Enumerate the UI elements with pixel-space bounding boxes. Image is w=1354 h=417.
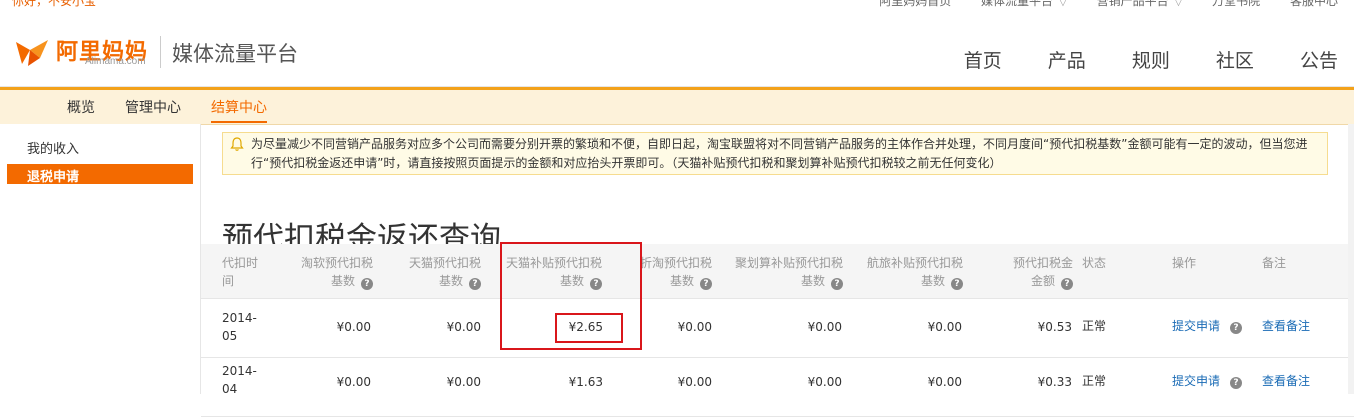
submit-application-link[interactable]: 提交申请 bbox=[1172, 372, 1220, 389]
cell-amount: ¥0.33 bbox=[1037, 375, 1072, 389]
col-header-hanglv: 航旅补贴预代扣税 基数? bbox=[866, 256, 963, 290]
chevron-down-icon[interactable]: ▽ bbox=[1175, 0, 1183, 8]
sidebar-item-my-income[interactable]: 我的收入 bbox=[7, 136, 193, 157]
help-icon[interactable]: ? bbox=[361, 278, 373, 290]
top-utility-bar: 你好，不安小宝 阿里妈妈首页 媒体流量平台 ▽ 营销产品平台 ▽ 万堂书院 客服中心 bbox=[0, 0, 1354, 10]
table-row: 2014- 04 ¥0.00 ¥0.00 ¥1.63 ¥0.00 ¥0.00 ¥0… bbox=[201, 358, 1354, 417]
left-sidebar: 我的收入 退税申请 bbox=[0, 124, 201, 394]
cell-taoruan: ¥0.00 bbox=[336, 375, 371, 389]
alimama-logo-icon[interactable] bbox=[14, 36, 50, 68]
top-link-academy[interactable]: 万堂书院 bbox=[1212, 0, 1260, 8]
cell-time: 2014- 04 bbox=[222, 364, 257, 396]
chevron-down-icon[interactable]: ▽ bbox=[1059, 0, 1067, 8]
top-link-alimama-home[interactable]: 阿里妈妈首页 bbox=[879, 0, 951, 8]
table-row: 2014- 05 ¥0.00 ¥0.00 ¥2.65 ¥0.00 ¥0.00 ¥0… bbox=[201, 299, 1354, 358]
table-header: 代扣时间 淘软预代扣税 基数? 天猫预代扣税 基数? 天猫补贴预代扣税 基数? 折淘预… bbox=[201, 244, 1354, 299]
main-nav: 首页 产品 规则 社区 公告 bbox=[924, 46, 1338, 73]
subnav-overview[interactable]: 概览 bbox=[67, 97, 95, 117]
logo-text-en: Alimama.com bbox=[85, 56, 146, 67]
cell-zhetao: ¥0.00 bbox=[677, 375, 712, 389]
col-header-amount: 预代扣税金 金额? bbox=[1012, 256, 1073, 290]
top-link-media-platform[interactable]: 媒体流量平台 bbox=[981, 0, 1053, 8]
notice-banner: 为尽量减少不同营销产品服务对应多个公司而需要分别开票的繁琐和不便，自即日起，淘宝… bbox=[222, 132, 1328, 175]
platform-name: 媒体流量平台 bbox=[172, 42, 298, 66]
col-header-time: 代扣时间 bbox=[222, 256, 259, 288]
submit-application-link[interactable]: 提交申请 bbox=[1172, 317, 1220, 334]
view-remark-link[interactable]: 查看备注 bbox=[1262, 317, 1310, 334]
cell-status: 正常 bbox=[1082, 374, 1107, 388]
cell-amount: ¥0.53 bbox=[1037, 320, 1072, 334]
help-icon[interactable]: ? bbox=[1230, 374, 1242, 389]
highlight-box-value bbox=[555, 313, 623, 343]
nav-rules[interactable]: 规则 bbox=[1132, 50, 1170, 72]
col-header-tmall: 天猫预代扣税 基数? bbox=[408, 256, 481, 290]
cell-tmall-subsidy: ¥1.63 bbox=[568, 375, 603, 389]
cell-zhetao: ¥0.00 bbox=[677, 320, 712, 334]
bell-icon bbox=[230, 137, 244, 151]
help-icon[interactable]: ? bbox=[700, 278, 712, 290]
col-header-taoruan: 淘软预代扣税 基数? bbox=[300, 256, 373, 290]
sub-nav: 概览 管理中心 结算中心 bbox=[0, 87, 1354, 125]
cell-tmall: ¥0.00 bbox=[446, 320, 481, 334]
nav-community[interactable]: 社区 bbox=[1216, 50, 1254, 72]
view-remark-link[interactable]: 查看备注 bbox=[1262, 372, 1310, 389]
col-header-action: 操作 bbox=[1172, 256, 1197, 270]
col-header-status: 状态 bbox=[1082, 256, 1107, 270]
subnav-settlement-center[interactable]: 结算中心 bbox=[211, 97, 267, 123]
notice-text: 为尽量减少不同营销产品服务对应多个公司而需要分别开票的繁琐和不便，自即日起，淘宝… bbox=[251, 137, 1308, 170]
col-header-zhetao: 折淘预代扣税 基数? bbox=[639, 256, 712, 290]
top-links: 阿里妈妈首页 媒体流量平台 ▽ 营销产品平台 ▽ 万堂书院 客服中心 bbox=[853, 0, 1338, 9]
logo-divider bbox=[160, 36, 161, 68]
sidebar-item-label: 退税申请 bbox=[27, 170, 80, 185]
nav-home[interactable]: 首页 bbox=[964, 50, 1002, 72]
page-scrollbar[interactable] bbox=[1348, 124, 1354, 394]
main-header: 阿里妈妈 Alimama.com 媒体流量平台 首页 产品 规则 社区 公告 bbox=[0, 10, 1354, 87]
greeting-text: 你好，不安小宝 bbox=[12, 0, 97, 8]
cell-status: 正常 bbox=[1082, 319, 1107, 333]
col-header-juhuasuan: 聚划算补贴预代扣税 基数? bbox=[734, 256, 843, 290]
sidebar-item-tax-refund[interactable]: 退税申请 bbox=[7, 164, 193, 185]
cell-time: 2014- 05 bbox=[222, 311, 257, 343]
sidebar-item-label: 我的收入 bbox=[27, 142, 80, 157]
help-icon[interactable]: ? bbox=[951, 278, 963, 290]
help-icon[interactable]: ? bbox=[1061, 278, 1073, 290]
nav-products[interactable]: 产品 bbox=[1048, 50, 1086, 72]
cell-tmall: ¥0.00 bbox=[446, 375, 481, 389]
cell-taoruan: ¥0.00 bbox=[336, 320, 371, 334]
nav-announcements[interactable]: 公告 bbox=[1300, 50, 1338, 72]
help-icon[interactable]: ? bbox=[1230, 319, 1242, 334]
help-icon[interactable]: ? bbox=[831, 278, 843, 290]
cell-juhuasuan: ¥0.00 bbox=[807, 375, 842, 389]
col-header-remark: 备注 bbox=[1262, 256, 1287, 270]
top-link-marketing-platform[interactable]: 营销产品平台 bbox=[1097, 0, 1169, 8]
subnav-management-center[interactable]: 管理中心 bbox=[125, 97, 181, 117]
cell-hanglv: ¥0.00 bbox=[927, 320, 962, 334]
cell-hanglv: ¥0.00 bbox=[927, 375, 962, 389]
help-icon[interactable]: ? bbox=[469, 278, 481, 290]
cell-juhuasuan: ¥0.00 bbox=[807, 320, 842, 334]
top-link-service-center[interactable]: 客服中心 bbox=[1290, 0, 1338, 8]
